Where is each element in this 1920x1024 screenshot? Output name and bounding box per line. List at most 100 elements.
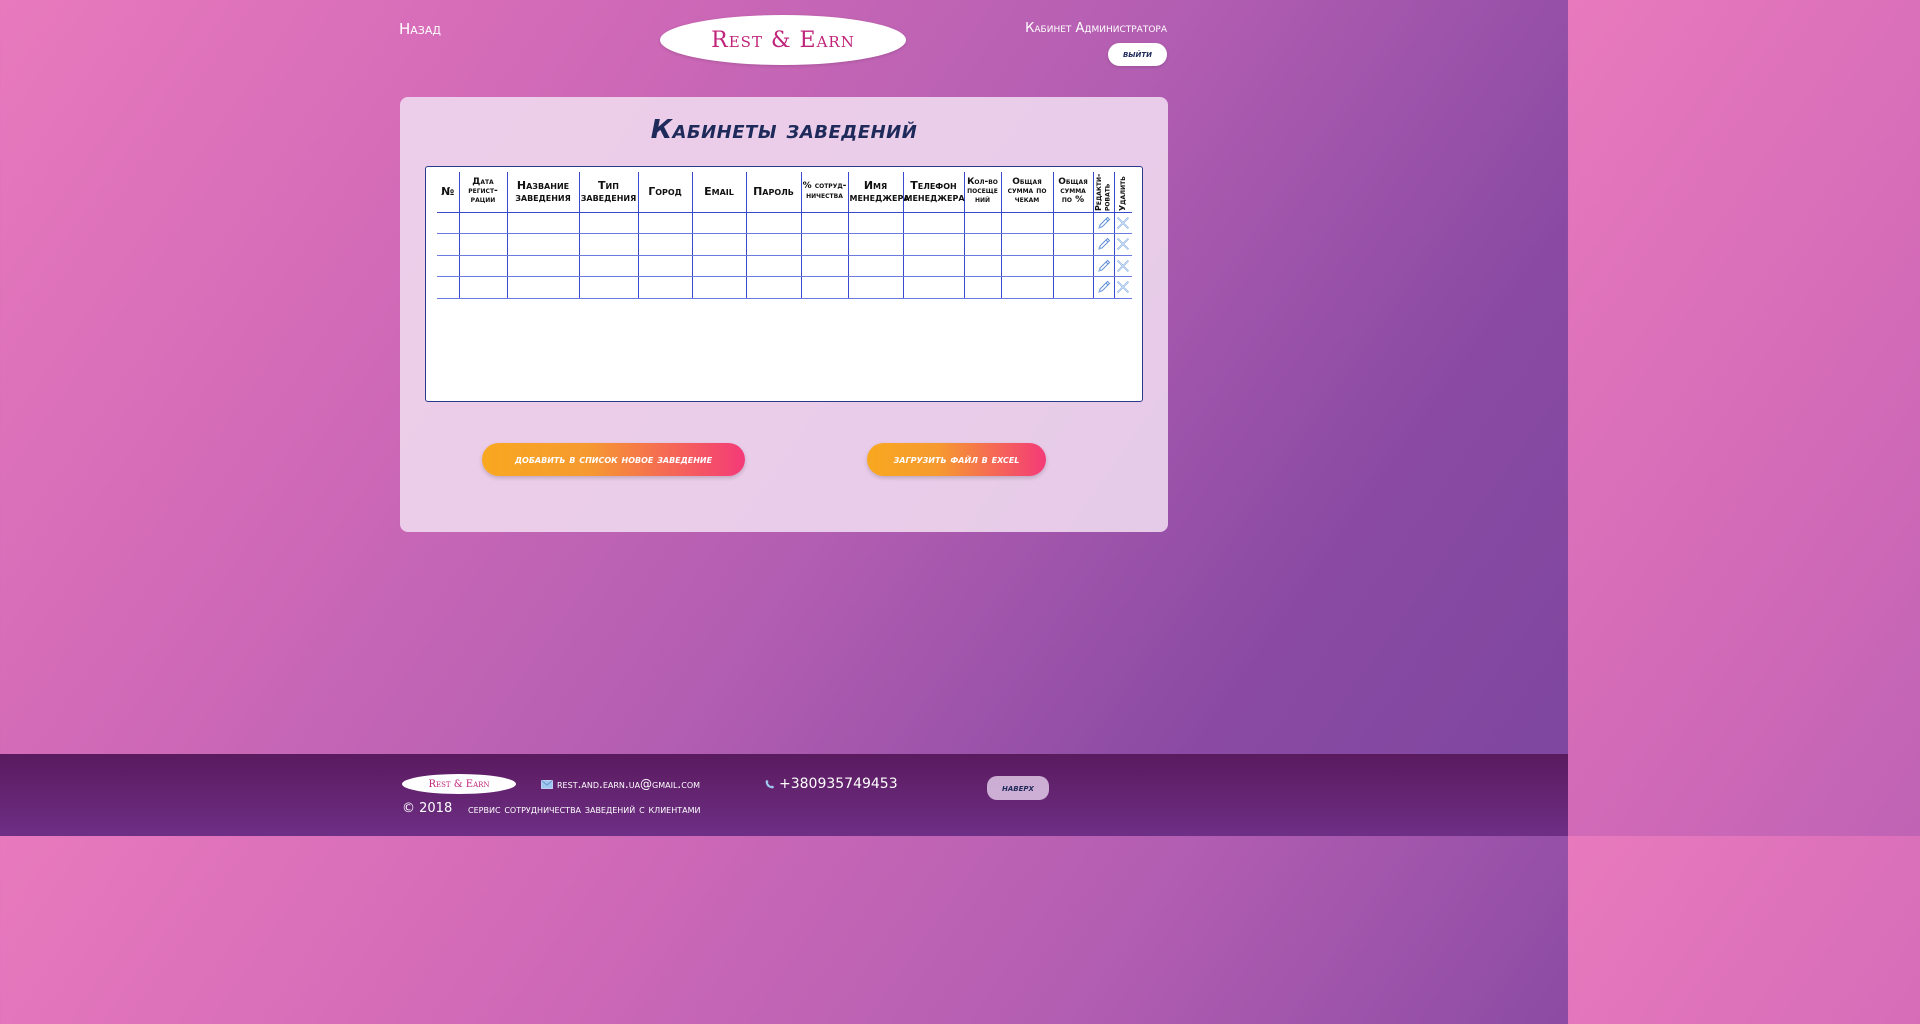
column-header-delete: Удалить: [1113, 172, 1132, 212]
table-cell: [458, 255, 507, 277]
delete-cell[interactable]: [1113, 212, 1132, 234]
table-cell: [437, 212, 459, 234]
table-header-row: № Дата регист-рации Название заведения Т…: [437, 172, 1132, 212]
cross-icon[interactable]: [1116, 216, 1130, 230]
column-header-registration-date: Дата регист-рации: [458, 172, 507, 212]
column-header-edit-label: Редакти-ровать: [1094, 173, 1112, 211]
table-cell: [637, 233, 692, 256]
table-cell: [1052, 233, 1093, 256]
table-row: [437, 233, 1132, 256]
table-cell: [578, 212, 638, 234]
table-cell: [847, 276, 903, 299]
delete-cell[interactable]: [1113, 255, 1132, 277]
table-body: [437, 212, 1132, 299]
pencil-icon[interactable]: [1097, 259, 1111, 273]
table-cell: [458, 233, 507, 256]
table-cell: [637, 212, 692, 234]
column-header-password: Пароль: [745, 172, 801, 212]
establishments-table-container: № Дата регист-рации Название заведения Т…: [425, 166, 1143, 402]
column-header-cooperation-percent: % сотруд-ничества: [800, 172, 848, 212]
edit-cell[interactable]: [1092, 233, 1114, 256]
table-cell: [902, 212, 964, 234]
logout-button[interactable]: выйти: [1108, 43, 1167, 66]
delete-cell[interactable]: [1113, 276, 1132, 299]
table-cell: [506, 233, 579, 256]
column-header-delete-label: Удалить: [1118, 175, 1128, 211]
table-cell: [1052, 255, 1093, 277]
column-header-city: Город: [637, 172, 692, 212]
cross-icon[interactable]: [1116, 237, 1130, 251]
add-establishment-button[interactable]: добавить в список новое заведение: [482, 443, 745, 476]
table-cell: [847, 233, 903, 256]
column-header-establishment-name: Название заведения: [506, 172, 579, 212]
establishments-table: № Дата регист-рации Название заведения Т…: [437, 172, 1132, 299]
table-cell: [902, 276, 964, 299]
table-cell: [506, 276, 579, 299]
table-cell: [691, 255, 746, 277]
table-cell: [637, 255, 692, 277]
table-cell: [745, 233, 801, 256]
footer-tagline: сервис сотрудничества заведений с клиент…: [468, 802, 701, 816]
table-cell: [745, 276, 801, 299]
pencil-icon[interactable]: [1097, 280, 1111, 294]
upload-excel-button[interactable]: загрузить файл в excel: [867, 443, 1046, 476]
footer-email[interactable]: rest.and.earn.ua@gmail.com: [541, 777, 700, 791]
table-cell: [506, 212, 579, 234]
table-cell: [963, 276, 1001, 299]
table-cell: [963, 233, 1001, 256]
table-cell: [847, 255, 903, 277]
edit-cell[interactable]: [1092, 212, 1114, 234]
table-cell: [506, 255, 579, 277]
footer: Rest & Earn rest.and.earn.ua@gmail.com +…: [0, 754, 1568, 836]
back-link[interactable]: Назад: [399, 20, 441, 38]
footer-email-text: rest.and.earn.ua@gmail.com: [557, 777, 701, 791]
envelope-icon: [541, 779, 553, 789]
edit-cell[interactable]: [1092, 255, 1114, 277]
column-header-visits-count: Кол-во посеще ний: [963, 172, 1001, 212]
site-logo[interactable]: Rest & Earn: [660, 15, 906, 65]
table-cell: [800, 212, 848, 234]
table-cell: [1052, 212, 1093, 234]
table-cell: [800, 255, 848, 277]
table-cell: [437, 233, 459, 256]
table-cell: [800, 276, 848, 299]
footer-logo[interactable]: Rest & Earn: [402, 774, 516, 794]
table-cell: [578, 276, 638, 299]
table-cell: [745, 212, 801, 234]
table-row: [437, 212, 1132, 234]
edit-cell[interactable]: [1092, 276, 1114, 299]
column-header-establishment-type: Тип заведения: [578, 172, 638, 212]
table-cell: [745, 255, 801, 277]
footer-logo-text: Rest & Earn: [428, 778, 490, 790]
pencil-icon[interactable]: [1097, 216, 1111, 230]
cross-icon[interactable]: [1116, 259, 1130, 273]
table-cell: [800, 233, 848, 256]
table-cell: [1000, 255, 1053, 277]
table-cell: [1000, 276, 1053, 299]
cross-icon[interactable]: [1116, 280, 1130, 294]
table-cell: [1052, 276, 1093, 299]
table-row: [437, 255, 1132, 277]
table-cell: [637, 276, 692, 299]
copyright: © 2018: [402, 801, 453, 816]
table-cell: [963, 212, 1001, 234]
column-header-edit: Редакти-ровать: [1092, 172, 1114, 212]
table-cell: [847, 212, 903, 234]
admin-cabinet-label: Кабинет Администратора: [1025, 21, 1167, 36]
table-cell: [902, 255, 964, 277]
column-header-manager-name: Имя менеджера: [847, 172, 910, 212]
footer-phone[interactable]: +380935749453: [765, 776, 898, 792]
column-header-total-receipts: Общая сумма по чекам: [1000, 172, 1053, 212]
table-cell: [902, 233, 964, 256]
table-cell: [437, 255, 459, 277]
table-row: [437, 276, 1132, 299]
pencil-icon[interactable]: [1097, 237, 1111, 251]
table-cell: [578, 233, 638, 256]
table-cell: [691, 276, 746, 299]
column-header-manager-phone: Телефон менеджера: [902, 172, 965, 212]
scroll-to-top-button[interactable]: наверх: [987, 776, 1049, 800]
page-title: Кабинеты заведений: [650, 115, 918, 145]
delete-cell[interactable]: [1113, 233, 1132, 256]
establishments-panel: Кабинеты заведений № Дата регист-рации Н…: [400, 97, 1168, 532]
table-cell: [691, 233, 746, 256]
